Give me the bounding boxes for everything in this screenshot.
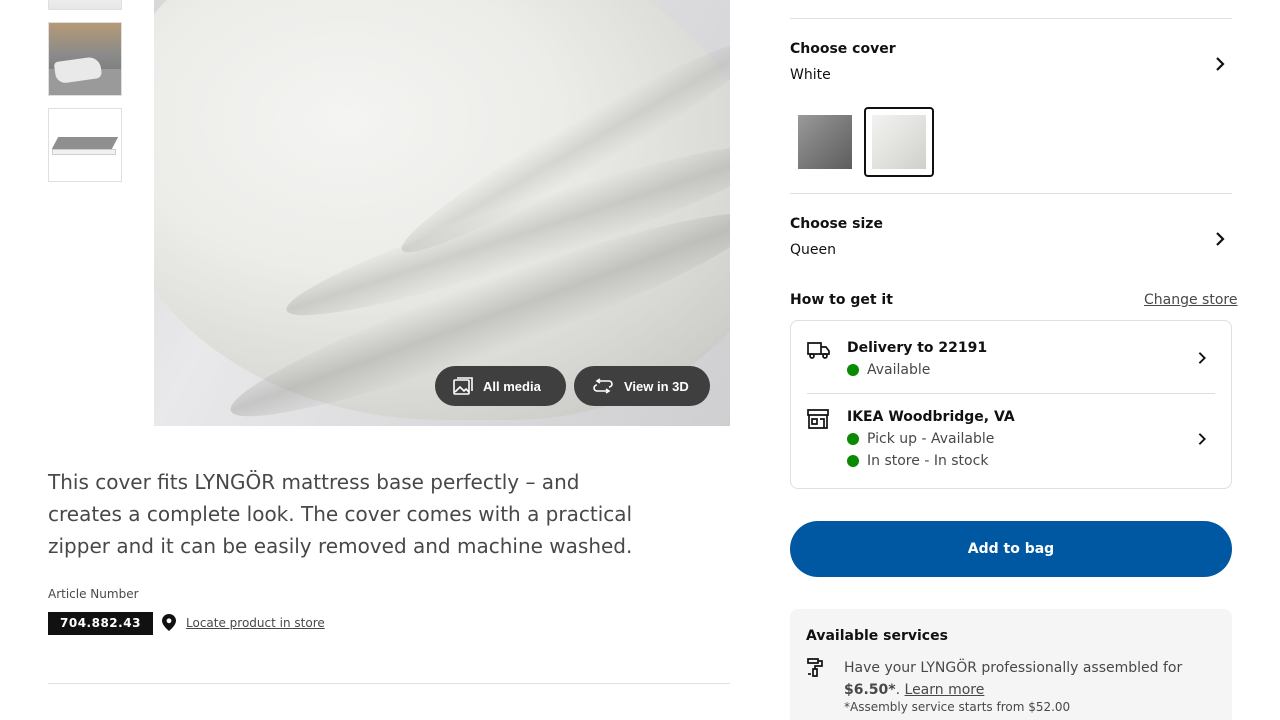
delivery-row[interactable]: Delivery to 22191 Available — [807, 339, 1215, 383]
store-icon — [807, 409, 829, 429]
locate-product-link[interactable]: Locate product in store — [162, 614, 325, 631]
rotate-3d-icon — [593, 378, 613, 394]
choose-size-value: Queen — [790, 242, 836, 258]
store-title: IKEA Woodbridge, VA — [847, 409, 1015, 425]
delivery-status-text: Available — [867, 362, 931, 378]
product-description: This cover fits LYNGÖR mattress base per… — [48, 470, 633, 558]
swatch-grey-image — [798, 115, 852, 169]
pickup-status-text: Pick up - Available — [867, 431, 995, 447]
divider — [807, 393, 1215, 394]
pickup-status: Pick up - Available — [847, 431, 994, 447]
choose-cover-value: White — [790, 67, 831, 83]
gallery-icon — [453, 377, 473, 395]
all-media-label: All media — [483, 378, 541, 394]
chevron-right-icon — [1198, 433, 1206, 445]
delivery-status: Available — [847, 362, 930, 378]
available-services-panel: Available services Have your LYNGÖR prof… — [790, 609, 1232, 720]
add-to-bag-button[interactable]: Add to bag — [790, 521, 1232, 577]
availability-box: Delivery to 22191 Available IKEA Woodbri… — [790, 320, 1232, 489]
how-to-get-it-title: How to get it — [790, 292, 893, 308]
divider — [790, 193, 1232, 194]
swatch-grey[interactable] — [790, 107, 860, 177]
in-stock-dot — [847, 455, 859, 467]
available-dot — [847, 364, 859, 376]
thumbnail-base[interactable] — [48, 108, 122, 182]
divider — [48, 683, 730, 684]
article-number: 704.882.43 — [48, 612, 153, 635]
divider — [790, 18, 1232, 19]
assembly-text-prefix: Have your LYNGÖR professionally assemble… — [844, 660, 1183, 676]
swatch-white-image — [872, 115, 926, 169]
all-media-button[interactable]: All media — [435, 366, 566, 406]
choose-cover-title: Choose cover — [790, 41, 896, 57]
instore-status: In store - In stock — [847, 453, 988, 469]
thumbnail-base-side — [52, 149, 116, 155]
delivery-truck-icon — [807, 342, 830, 359]
thumbnail-1[interactable] — [48, 0, 122, 10]
learn-more-link[interactable]: Learn more — [905, 682, 985, 698]
product-main-image — [154, 0, 730, 426]
view-in-3d-label: View in 3D — [624, 378, 689, 394]
choose-size-title: Choose size — [790, 216, 883, 232]
delivery-title: Delivery to 22191 — [847, 340, 988, 356]
view-in-3d-button[interactable]: View in 3D — [574, 366, 710, 406]
assembly-tool-icon — [807, 658, 823, 677]
swatch-white[interactable] — [864, 107, 934, 177]
thumbnail-room[interactable] — [48, 22, 122, 96]
assembly-note: *Assembly service starts from $52.00 — [844, 700, 1071, 714]
article-number-label: Article Number — [48, 587, 139, 601]
store-row[interactable]: IKEA Woodbridge, VA Pick up - Available … — [807, 408, 1215, 474]
chevron-right-icon — [1198, 352, 1206, 364]
thumbnail-base-top — [51, 137, 119, 149]
assembly-service-text: Have your LYNGÖR professionally assemble… — [844, 657, 1204, 701]
chevron-right-icon — [1216, 232, 1225, 246]
locate-product-label: Locate product in store — [186, 615, 325, 630]
location-pin-icon — [162, 614, 176, 631]
change-store-link[interactable]: Change store — [1144, 292, 1237, 308]
instore-status-text: In store - In stock — [867, 453, 989, 469]
available-dot — [847, 433, 859, 445]
assembly-separator: . — [895, 682, 905, 698]
chevron-right-icon — [1216, 57, 1225, 71]
available-services-title: Available services — [806, 628, 948, 644]
assembly-price: $6.50* — [844, 682, 896, 698]
